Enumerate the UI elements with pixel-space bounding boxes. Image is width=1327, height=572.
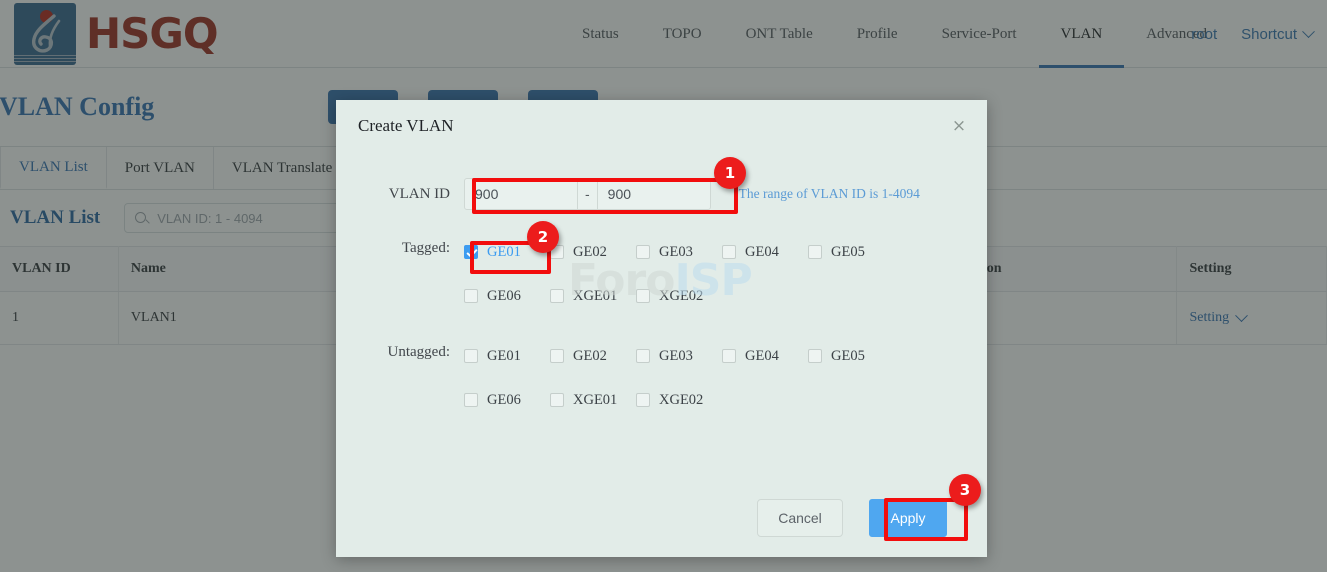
checkbox-icon[interactable]	[636, 289, 650, 303]
untagged-port-ge02[interactable]: GE02	[550, 348, 636, 365]
tagged-ports-grid: GE01 GE02 GE03 GE04 GE05 GE06 XGE01 XGE0…	[464, 240, 965, 308]
checkbox-icon[interactable]	[550, 245, 564, 259]
tagged-port-ge04[interactable]: GE04	[722, 244, 808, 261]
dialog-title: Create VLAN	[358, 116, 454, 135]
untagged-ports-line-2: GE06 XGE01 XGE02	[464, 388, 965, 412]
checkbox-icon[interactable]	[464, 289, 478, 303]
untagged-ports-row: Untagged: GE01 GE02 GE03 GE04 GE05 GE06 …	[358, 344, 965, 412]
untagged-port-ge06[interactable]: GE06	[464, 392, 550, 409]
checkbox-icon[interactable]	[636, 349, 650, 363]
untagged-port-ge02-label: GE02	[573, 347, 607, 364]
tagged-port-ge05[interactable]: GE05	[808, 244, 894, 261]
cancel-button[interactable]: Cancel	[757, 499, 843, 537]
untagged-port-ge03[interactable]: GE03	[636, 348, 722, 365]
untagged-port-ge04[interactable]: GE04	[722, 348, 808, 365]
untagged-port-xge02-label: XGE02	[659, 391, 704, 408]
tagged-ports-row: Tagged: GE01 GE02 GE03 GE04 GE05 GE06 XG…	[358, 240, 965, 308]
vlan-id-row: VLAN ID - The range of VLAN ID is 1-4094	[358, 178, 965, 210]
untagged-label: Untagged:	[387, 344, 450, 360]
checkbox-icon[interactable]	[550, 289, 564, 303]
checkbox-icon[interactable]	[722, 349, 736, 363]
untagged-port-ge05-label: GE05	[831, 347, 865, 364]
tagged-port-ge03-label: GE03	[659, 243, 693, 260]
tagged-ports-line-1: GE01 GE02 GE03 GE04 GE05	[464, 240, 965, 264]
dialog-body: VLAN ID - The range of VLAN ID is 1-4094…	[336, 178, 987, 412]
vlan-id-end-input[interactable]	[597, 179, 710, 209]
untagged-ports-grid: GE01 GE02 GE03 GE04 GE05 GE06 XGE01 XGE0…	[464, 344, 965, 412]
vlan-id-hint: The range of VLAN ID is 1-4094	[738, 186, 920, 201]
tagged-port-xge02-label: XGE02	[659, 287, 704, 304]
checkbox-icon[interactable]	[808, 349, 822, 363]
checkbox-icon[interactable]	[464, 245, 478, 259]
untagged-port-xge01[interactable]: XGE01	[550, 392, 636, 409]
tagged-port-ge02[interactable]: GE02	[550, 244, 636, 261]
checkbox-icon[interactable]	[636, 245, 650, 259]
tagged-port-xge01[interactable]: XGE01	[550, 288, 636, 305]
tagged-port-xge02[interactable]: XGE02	[636, 288, 722, 305]
apply-button[interactable]: Apply	[869, 499, 947, 537]
tagged-port-ge04-label: GE04	[745, 243, 779, 260]
tagged-port-ge01-label: GE01	[487, 243, 521, 260]
checkbox-icon[interactable]	[550, 349, 564, 363]
tagged-port-ge05-label: GE05	[831, 243, 865, 260]
tagged-port-ge06-label: GE06	[487, 287, 521, 304]
tagged-port-ge03[interactable]: GE03	[636, 244, 722, 261]
tagged-port-ge06[interactable]: GE06	[464, 288, 550, 305]
vlan-id-separator: -	[577, 179, 598, 209]
create-vlan-dialog: Create VLAN × ForoISP VLAN ID - The rang…	[336, 100, 987, 557]
untagged-port-ge03-label: GE03	[659, 347, 693, 364]
dialog-footer: Cancel Apply	[336, 479, 987, 557]
tagged-ports-line-2: GE06 XGE01 XGE02	[464, 284, 965, 308]
checkbox-icon[interactable]	[464, 393, 478, 407]
untagged-port-ge04-label: GE04	[745, 347, 779, 364]
vlan-id-label: VLAN ID	[388, 185, 450, 202]
untagged-port-ge06-label: GE06	[487, 391, 521, 408]
untagged-port-ge01[interactable]: GE01	[464, 348, 550, 365]
close-icon[interactable]: ×	[949, 116, 969, 136]
untagged-port-xge02[interactable]: XGE02	[636, 392, 722, 409]
checkbox-icon[interactable]	[722, 245, 736, 259]
checkbox-icon[interactable]	[550, 393, 564, 407]
tagged-port-xge01-label: XGE01	[573, 287, 618, 304]
untagged-port-ge05[interactable]: GE05	[808, 348, 894, 365]
untagged-port-ge01-label: GE01	[487, 347, 521, 364]
checkbox-icon[interactable]	[464, 349, 478, 363]
tagged-port-ge02-label: GE02	[573, 243, 607, 260]
vlan-id-start-input[interactable]	[465, 179, 577, 209]
vlan-id-range-group: -	[464, 178, 711, 210]
checkbox-icon[interactable]	[636, 393, 650, 407]
tagged-port-ge01[interactable]: GE01	[464, 244, 550, 261]
dialog-header: Create VLAN ×	[336, 100, 987, 152]
untagged-port-xge01-label: XGE01	[573, 391, 618, 408]
tagged-label: Tagged:	[401, 240, 450, 256]
untagged-ports-line-1: GE01 GE02 GE03 GE04 GE05	[464, 344, 965, 368]
checkbox-icon[interactable]	[808, 245, 822, 259]
